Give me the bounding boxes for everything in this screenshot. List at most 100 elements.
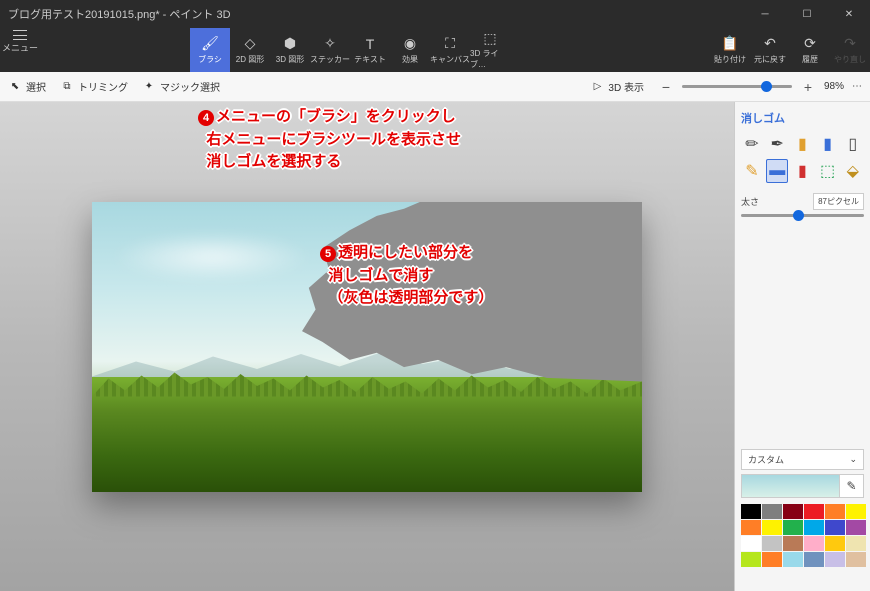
library-icon: ⬚ — [482, 30, 498, 46]
zoom-in-button[interactable]: + — [800, 79, 816, 95]
canvas-cloud — [112, 232, 312, 282]
color-swatch[interactable] — [825, 536, 845, 551]
tool-history[interactable]: ⟳ 履歴 — [790, 28, 830, 72]
shapes-3d-icon: ⬢ — [282, 36, 298, 52]
sub-toolbar: ⬉ 選択 ⧉ トリミング ✦ マジック選択 ▷ 3D 表示 − + 98% ⋯ — [0, 72, 870, 102]
color-swatch[interactable] — [741, 536, 761, 551]
color-swatch[interactable] — [804, 536, 824, 551]
color-swatch[interactable] — [783, 520, 803, 535]
main-toolbar: メニュー 🖌 ブラシ ◇ 2D 図形 ⬢ 3D 図形 ✧ ステッカー T テキス… — [0, 28, 870, 72]
brush-fill[interactable]: ⬙ — [842, 159, 864, 183]
tool-paste[interactable]: 📋 貼り付け — [710, 28, 750, 72]
tool-3d-shapes[interactable]: ⬢ 3D 図形 — [270, 28, 310, 72]
color-swatch[interactable] — [804, 520, 824, 535]
color-palette — [741, 504, 864, 567]
crop-icon: ⧉ — [60, 80, 74, 94]
titlebar: ブログ用テスト20191015.png* - ペイント 3D ─ ☐ ✕ — [0, 0, 870, 28]
brush-crayon[interactable]: ▮ — [791, 159, 813, 183]
minimize-button[interactable]: ─ — [744, 0, 786, 28]
sidebar: 消しゴム ✏ ✒ ▮ ▮ ▯ ✎ ▬ ▮ ⬚ ⬙ 太さ 87ピクセル カスタム … — [734, 102, 870, 591]
zoom-slider[interactable] — [682, 85, 792, 88]
brush-spray[interactable]: ⬚ — [817, 159, 839, 183]
undo-icon: ↶ — [762, 36, 778, 52]
more-icon[interactable]: ⋯ — [852, 81, 862, 92]
select-tool[interactable]: ⬉ 選択 — [8, 79, 46, 94]
paste-icon: 📋 — [722, 36, 738, 52]
brush-pen[interactable]: ✒ — [766, 132, 788, 156]
sidebar-title: 消しゴム — [741, 108, 864, 132]
close-button[interactable]: ✕ — [828, 0, 870, 28]
canvas-forest — [92, 377, 642, 492]
canvas-icon: ⛶ — [442, 36, 458, 52]
menu-button[interactable]: メニュー — [0, 28, 40, 56]
annotation-5: 5透明にしたい部分を 消しゴムで消す （灰色は透明部分です） — [320, 242, 493, 310]
color-swatch[interactable] — [804, 552, 824, 567]
sticker-icon: ✧ — [322, 36, 338, 52]
brush-pixel[interactable]: ▯ — [842, 132, 864, 156]
text-icon: T — [362, 36, 378, 52]
color-swatch[interactable] — [783, 552, 803, 567]
tool-redo: ↷ やり直し — [830, 28, 870, 72]
color-swatch[interactable] — [825, 520, 845, 535]
brush-pencil[interactable]: ✎ — [741, 159, 763, 183]
thickness-slider-thumb[interactable] — [793, 210, 804, 221]
color-swatch[interactable] — [741, 552, 761, 567]
tool-undo[interactable]: ↶ 元に戻す — [750, 28, 790, 72]
cursor-icon: ⬉ — [8, 80, 22, 94]
color-swatch[interactable] — [762, 552, 782, 567]
chevron-down-icon: ⌄ — [849, 454, 857, 465]
canvas-area[interactable]: 4メニューの「ブラシ」をクリックし 右メニューにブラシツールを表示させ 消しゴム… — [0, 102, 734, 591]
color-swatch[interactable] — [846, 520, 866, 535]
eyedropper-button[interactable]: ✎ — [839, 475, 863, 497]
brush-oil[interactable]: ▮ — [791, 132, 813, 156]
color-swatch[interactable] — [783, 536, 803, 551]
brush-grid: ✏ ✒ ▮ ▮ ▯ ✎ ▬ ▮ ⬚ ⬙ — [741, 132, 864, 183]
zoom-out-button[interactable]: − — [658, 79, 674, 95]
color-swatch[interactable] — [741, 520, 761, 535]
color-swatch[interactable] — [846, 504, 866, 519]
color-swatch[interactable] — [762, 520, 782, 535]
tool-2d-shapes[interactable]: ◇ 2D 図形 — [230, 28, 270, 72]
maximize-button[interactable]: ☐ — [786, 0, 828, 28]
zoom-slider-thumb[interactable] — [761, 81, 772, 92]
effects-icon: ◉ — [402, 36, 418, 52]
zoom-value: 98% — [824, 81, 844, 92]
thickness-row: 太さ 87ピクセル — [741, 193, 864, 210]
view-3d-toggle[interactable]: ▷ 3D 表示 — [590, 79, 644, 94]
window-title: ブログ用テスト20191015.png* - ペイント 3D — [8, 6, 231, 22]
brush-icon: 🖌 — [202, 36, 218, 52]
color-swatch[interactable] — [825, 504, 845, 519]
thickness-label: 太さ — [741, 195, 759, 208]
brush-marker[interactable]: ✏ — [741, 132, 763, 156]
current-color: ✎ — [741, 474, 864, 498]
zoom-controls: − + 98% ⋯ — [658, 79, 862, 95]
tool-canvas[interactable]: ⛶ キャンバス — [430, 28, 470, 72]
annotation-4: 4メニューの「ブラシ」をクリックし 右メニューにブラシツールを表示させ 消しゴム… — [198, 106, 461, 174]
brush-watercolor[interactable]: ▮ — [817, 132, 839, 156]
color-swatch[interactable] — [825, 552, 845, 567]
color-swatch-current[interactable] — [742, 475, 839, 497]
color-swatch[interactable] — [762, 536, 782, 551]
color-mode-dropdown[interactable]: カスタム ⌄ — [741, 449, 864, 470]
play-icon: ▷ — [590, 80, 604, 94]
tool-3d-library[interactable]: ⬚ 3D ライブ… — [470, 28, 510, 72]
magic-select-tool[interactable]: ✦ マジック選択 — [142, 79, 220, 94]
tool-effects[interactable]: ◉ 効果 — [390, 28, 430, 72]
thickness-value[interactable]: 87ピクセル — [813, 193, 864, 210]
color-swatch[interactable] — [783, 504, 803, 519]
thickness-slider[interactable] — [741, 214, 864, 217]
color-swatch[interactable] — [846, 552, 866, 567]
tool-text[interactable]: T テキスト — [350, 28, 390, 72]
trim-tool[interactable]: ⧉ トリミング — [60, 79, 128, 94]
color-swatch[interactable] — [762, 504, 782, 519]
redo-icon: ↷ — [842, 36, 858, 52]
tool-sticker[interactable]: ✧ ステッカー — [310, 28, 350, 72]
tool-brush[interactable]: 🖌 ブラシ — [190, 28, 230, 72]
color-swatch[interactable] — [846, 536, 866, 551]
shapes-2d-icon: ◇ — [242, 36, 258, 52]
hamburger-icon — [13, 30, 27, 40]
history-icon: ⟳ — [802, 36, 818, 52]
color-swatch[interactable] — [804, 504, 824, 519]
color-swatch[interactable] — [741, 504, 761, 519]
brush-eraser[interactable]: ▬ — [766, 159, 788, 183]
